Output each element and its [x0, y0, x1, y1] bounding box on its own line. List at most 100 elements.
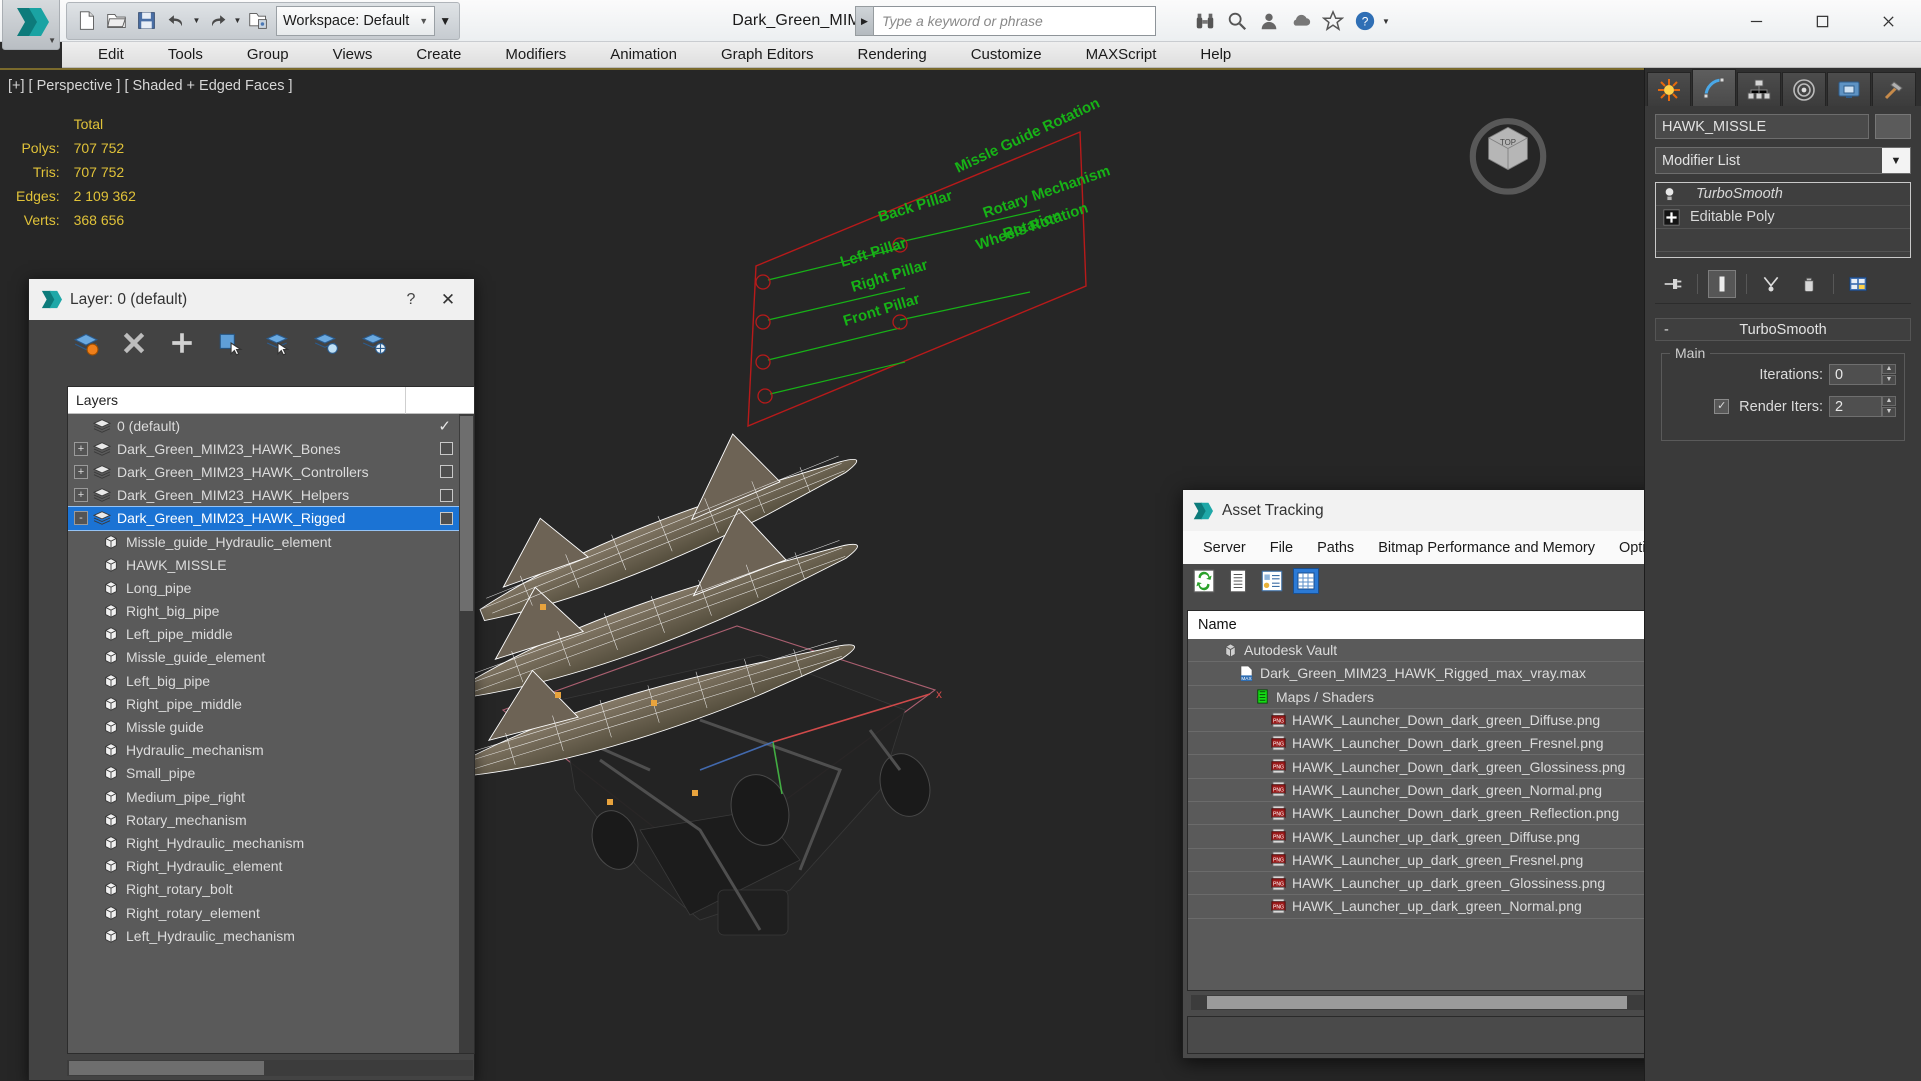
tab-utilities[interactable]	[1872, 72, 1916, 106]
row-expander[interactable]: +	[74, 488, 88, 502]
undo-dropdown-arrow[interactable]: ▼	[191, 16, 202, 25]
new-layer-icon[interactable]	[73, 330, 99, 356]
workspace-selector[interactable]: Workspace: Default ▼	[276, 6, 435, 36]
lightbulb-icon[interactable]	[1661, 186, 1678, 203]
modifier-list-dropdown[interactable]: Modifier List ▼	[1655, 147, 1911, 174]
row-expander[interactable]: +	[74, 442, 88, 456]
sign-in-button[interactable]	[1254, 6, 1284, 36]
modifier-stack-item-editable-poly[interactable]: Editable Poly	[1656, 206, 1910, 229]
layer-row-left-big-pipe[interactable]: Left_big_pipe	[68, 669, 459, 692]
refresh-button[interactable]	[1191, 568, 1217, 594]
layer-row-missle-guide-element[interactable]: Missle_guide_element	[68, 646, 459, 669]
layer-row-right-hydraulic-mechanism[interactable]: Right_Hydraulic_mechanism	[68, 831, 459, 854]
grid-view-button[interactable]	[1293, 568, 1319, 594]
select-highlighted-objects-icon[interactable]	[265, 330, 291, 356]
menu-item-maxscript[interactable]: MAXScript	[1064, 42, 1179, 68]
spinner-up-arrow[interactable]: ▲	[1882, 364, 1896, 374]
configure-modifier-sets-button[interactable]	[1844, 270, 1872, 298]
spinner-up-arrow[interactable]: ▲	[1882, 396, 1896, 406]
layer-row-right-hydraulic-element[interactable]: Right_Hydraulic_element	[68, 855, 459, 878]
layer-dialog-close-button[interactable]: ✕	[428, 290, 468, 310]
redo-dropdown-arrow[interactable]: ▼	[232, 16, 243, 25]
object-name-field[interactable]: HAWK_MISSLE	[1655, 114, 1869, 139]
layer-row-long-pipe[interactable]: Long_pipe	[68, 576, 459, 599]
tab-display[interactable]	[1827, 72, 1871, 106]
tab-modify[interactable]	[1692, 69, 1736, 106]
app-menu-dropdown-arrow[interactable]: ▼	[48, 36, 56, 45]
asset-menu-item-bitmap-performance-and-memory[interactable]: Bitmap Performance and Memory	[1366, 540, 1607, 556]
maximize-button[interactable]	[1789, 0, 1855, 42]
remove-modifier-button[interactable]	[1795, 270, 1823, 298]
layer-row-right-rotary-element[interactable]: Right_rotary_element	[68, 901, 459, 924]
render-iters-checkbox[interactable]: ✓	[1714, 399, 1729, 414]
row-expander[interactable]: +	[74, 465, 88, 479]
menu-item-views[interactable]: Views	[311, 42, 395, 68]
app-menu-button[interactable]: ▼	[2, 0, 60, 50]
help-button[interactable]: ?	[1350, 6, 1380, 36]
render-iters-spinner-arrows[interactable]: ▲ ▼	[1882, 396, 1896, 417]
layer-row-right-pipe-middle[interactable]: Right_pipe_middle	[68, 692, 459, 715]
menu-item-animation[interactable]: Animation	[588, 42, 699, 68]
layer-row-missle-guide-hydraulic-element[interactable]: Missle_guide_Hydraulic_element	[68, 530, 459, 553]
rollout-collapse-glyph[interactable]: -	[1664, 322, 1669, 338]
save-file-button[interactable]	[131, 6, 161, 36]
layer-row-right-big-pipe[interactable]: Right_big_pipe	[68, 600, 459, 623]
layer-visibility-box[interactable]	[440, 465, 453, 478]
layer-rows-container[interactable]: 0 (default)✓+Dark_Green_MIM23_HAWK_Bones…	[68, 414, 459, 1053]
layer-visibility-box[interactable]	[440, 489, 453, 502]
layer-properties-icon[interactable]	[361, 330, 387, 356]
render-iters-value[interactable]: 2	[1829, 396, 1882, 417]
asset-menu-item-server[interactable]: Server	[1191, 540, 1258, 556]
layer-row-0-default-[interactable]: 0 (default)✓	[68, 414, 459, 437]
iterations-value[interactable]: 0	[1829, 364, 1882, 385]
layer-dialog-help-button[interactable]: ?	[394, 291, 428, 309]
tab-motion[interactable]	[1782, 72, 1826, 106]
spinner-down-arrow[interactable]: ▼	[1882, 407, 1896, 417]
iterations-spinner-arrows[interactable]: ▲ ▼	[1882, 364, 1896, 385]
layer-explorer-dialog[interactable]: Layer: 0 (default) ? ✕	[28, 278, 475, 1081]
object-color-swatch[interactable]	[1875, 114, 1911, 139]
command-panel[interactable]: HAWK_MISSLE Modifier List ▼ TurboSmooth	[1644, 68, 1921, 1081]
menu-item-edit[interactable]: Edit	[76, 42, 146, 68]
set-project-folder-button[interactable]	[243, 6, 273, 36]
turbosmooth-rollout[interactable]: - TurboSmooth Main Iterations: 0 ▲ ▼	[1655, 318, 1911, 441]
view-cube[interactable]: TOP	[1464, 108, 1552, 196]
open-file-button[interactable]	[101, 6, 131, 36]
layer-list-grid[interactable]: Layers 0 (default)✓+Dark_Green_MIM23_HAW…	[67, 386, 475, 1054]
layer-row-missle-guide[interactable]: Missle guide	[68, 715, 459, 738]
layer-row-small-pipe[interactable]: Small_pipe	[68, 762, 459, 785]
show-end-result-button[interactable]	[1708, 270, 1736, 298]
layer-row-medium-pipe-right[interactable]: Medium_pipe_right	[68, 785, 459, 808]
pin-stack-button[interactable]	[1659, 270, 1687, 298]
make-unique-button[interactable]	[1757, 270, 1785, 298]
menu-item-group[interactable]: Group	[225, 42, 311, 68]
layer-row-rotary-mechanism[interactable]: Rotary_mechanism	[68, 808, 459, 831]
asset-menu-item-paths[interactable]: Paths	[1305, 540, 1366, 556]
modifier-stack-empty-row[interactable]	[1656, 229, 1910, 252]
tab-hierarchy[interactable]	[1737, 72, 1781, 106]
modifier-stack-item-turbosmooth[interactable]: TurboSmooth	[1656, 183, 1910, 206]
asset-hscroll-thumb[interactable]	[1207, 996, 1627, 1009]
layer-row-hydraulic-mechanism[interactable]: Hydraulic_mechanism	[68, 739, 459, 762]
details-view-button[interactable]	[1259, 568, 1285, 594]
delete-layer-icon[interactable]	[121, 330, 147, 356]
search-magnifier-button[interactable]	[1222, 6, 1252, 36]
layer-row-hawk-missle[interactable]: HAWK_MISSLE	[68, 553, 459, 576]
search-binoculars-button[interactable]	[1190, 6, 1220, 36]
add-layer-icon[interactable]	[169, 330, 195, 356]
undo-button[interactable]	[161, 6, 191, 36]
workspace-dropdown-arrow[interactable]: ▼	[419, 16, 428, 26]
modifier-stack[interactable]: TurboSmooth Editable Poly	[1655, 182, 1911, 258]
new-file-button[interactable]	[71, 6, 101, 36]
layer-list-hscrollbar[interactable]	[67, 1060, 473, 1076]
asset-menu-item-file[interactable]: File	[1258, 540, 1305, 556]
layer-row-dark-green-mim23-hawk-rigged[interactable]: -Dark_Green_MIM23_HAWK_Rigged	[68, 507, 459, 530]
search-input[interactable]: Type a keyword or phrase	[874, 6, 1156, 36]
minimize-button[interactable]	[1723, 0, 1789, 42]
autodesk-360-button[interactable]	[1286, 6, 1316, 36]
menu-item-create[interactable]: Create	[394, 42, 483, 68]
layer-row-left-pipe-middle[interactable]: Left_pipe_middle	[68, 623, 459, 646]
layer-hscroll-thumb[interactable]	[69, 1061, 264, 1075]
menu-item-modifiers[interactable]: Modifiers	[483, 42, 588, 68]
iterations-spinner[interactable]: 0 ▲ ▼	[1829, 364, 1896, 385]
